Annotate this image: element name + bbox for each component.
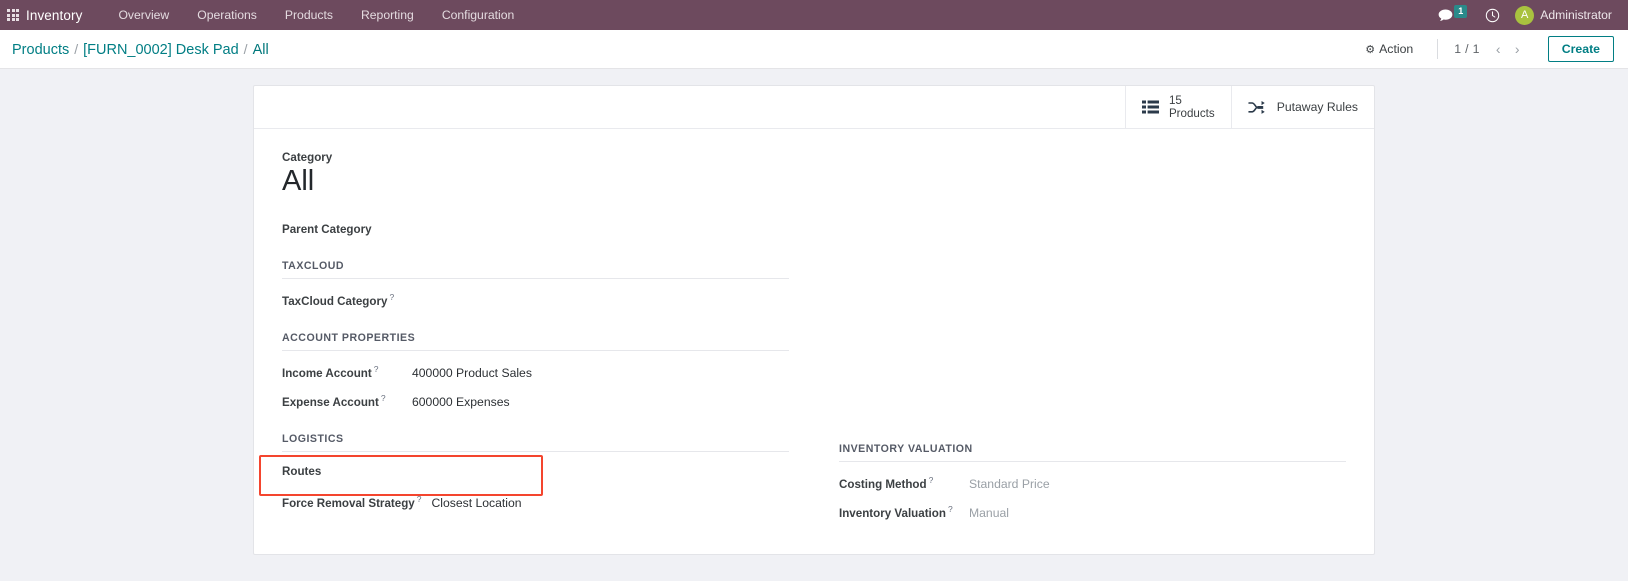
expense-account-value[interactable]: 600000 Expenses xyxy=(412,395,510,409)
group-title-taxcloud: TaxCloud xyxy=(282,260,789,280)
apps-grid-icon[interactable] xyxy=(0,0,26,30)
messages-count-badge: 1 xyxy=(1454,5,1468,18)
force-removal-strategy-row: Force Removal Strategy? Closest Location xyxy=(282,494,789,510)
breadcrumb-item-products[interactable]: Products xyxy=(12,42,69,58)
record-title-block: Category All xyxy=(282,151,1346,198)
list-view-icon xyxy=(1141,100,1159,114)
breadcrumb: Products / [FURN_0002] Desk Pad / All xyxy=(12,41,269,58)
help-icon[interactable]: ? xyxy=(389,292,394,302)
navbar-systray: 1 A Administrator xyxy=(1429,0,1618,30)
help-icon[interactable]: ? xyxy=(417,494,422,504)
sheet-container: 15 Products Putaway Rules Category All P… xyxy=(0,69,1628,556)
stat-button-products-text: 15 Products xyxy=(1169,94,1215,120)
group-title-account-properties: Account Properties xyxy=(282,332,789,352)
inventory-valuation-value: Manual xyxy=(969,506,1009,521)
record-form-sheet: 15 Products Putaway Rules Category All P… xyxy=(253,85,1375,556)
field-row-taxcloud-category: TaxCloud Category? xyxy=(282,292,789,308)
control-panel-actions: ⚙ Action 1 / 1 ‹ › Create xyxy=(1357,36,1614,62)
help-icon[interactable]: ? xyxy=(929,475,934,485)
costing-method-value: Standard Price xyxy=(969,477,1050,492)
user-name-label: Administrator xyxy=(1540,8,1612,22)
group-logistics: Logistics Routes Force Removal Strategy?… xyxy=(282,433,789,510)
breadcrumb-item-desk-pad[interactable]: [FURN_0002] Desk Pad xyxy=(83,42,239,58)
force-removal-strategy-value[interactable]: Closest Location xyxy=(431,496,521,510)
group-account-properties: Account Properties Income Account? 40000… xyxy=(282,332,789,409)
form-body: Category All Parent Category TaxCloud Ta… xyxy=(254,129,1374,554)
menu-item-configuration[interactable]: Configuration xyxy=(428,0,529,30)
breadcrumb-separator: / xyxy=(74,40,79,57)
help-icon[interactable]: ? xyxy=(381,393,386,403)
group-title-logistics: Logistics xyxy=(282,433,789,453)
user-menu[interactable]: A Administrator xyxy=(1509,0,1618,30)
menu-item-overview[interactable]: Overview xyxy=(104,0,183,30)
stat-products-label: Products xyxy=(1168,107,1215,120)
action-button[interactable]: ⚙ Action xyxy=(1357,39,1421,59)
expense-account-label: Expense Account? xyxy=(282,393,386,410)
gear-icon: ⚙ xyxy=(1365,43,1376,56)
left-column: TaxCloud TaxCloud Category? Account Prop… xyxy=(282,260,789,520)
top-navbar: Inventory Overview Operations Products R… xyxy=(0,0,1628,30)
routes-label: Routes xyxy=(282,465,322,479)
help-icon[interactable]: ? xyxy=(374,364,379,374)
inventory-valuation-label: Inventory Valuation? xyxy=(839,504,953,521)
create-button[interactable]: Create xyxy=(1547,36,1614,62)
shuffle-icon xyxy=(1247,100,1267,115)
group-taxcloud: TaxCloud TaxCloud Category? xyxy=(282,260,789,308)
activities-button[interactable] xyxy=(1476,0,1509,30)
help-icon[interactable]: ? xyxy=(948,504,953,514)
pager-counter: 1 / 1 xyxy=(1454,42,1480,56)
parent-category-row: Parent Category xyxy=(282,220,1346,238)
form-columns: TaxCloud TaxCloud Category? Account Prop… xyxy=(282,260,1346,520)
stat-button-products[interactable]: 15 Products xyxy=(1124,86,1231,128)
page-title[interactable]: All xyxy=(282,165,1346,198)
divider xyxy=(1437,39,1439,59)
field-row-expense-account: Expense Account? 600000 Expenses xyxy=(282,393,789,409)
main-menu: Overview Operations Products Reporting C… xyxy=(104,0,528,30)
taxcloud-category-label: TaxCloud Category? xyxy=(282,292,395,309)
field-row-routes: Routes xyxy=(282,465,789,481)
force-removal-strategy-label: Force Removal Strategy? xyxy=(282,494,422,511)
stat-products-value: 15 xyxy=(1168,94,1182,108)
stat-button-putaway-rules[interactable]: Putaway Rules xyxy=(1230,86,1374,128)
app-brand-inventory[interactable]: Inventory xyxy=(26,8,82,23)
pager-previous-icon[interactable]: ‹ xyxy=(1490,42,1507,56)
menu-item-products[interactable]: Products xyxy=(271,0,347,30)
income-account-value[interactable]: 400000 Product Sales xyxy=(412,366,532,380)
income-account-label: Income Account? xyxy=(282,364,379,381)
group-inventory-valuation: Inventory Valuation Costing Method? Stan… xyxy=(839,443,1346,520)
action-button-label: Action xyxy=(1379,42,1414,56)
record-pager: 1 / 1 ‹ › xyxy=(1454,42,1525,56)
parent-category-label: Parent Category xyxy=(282,223,372,237)
group-title-inventory-valuation: Inventory Valuation xyxy=(839,443,1346,463)
clock-icon xyxy=(1486,8,1500,22)
control-panel: Products / [FURN_0002] Desk Pad / All ⚙ … xyxy=(0,30,1628,69)
stat-button-box: 15 Products Putaway Rules xyxy=(254,86,1374,129)
chat-bubble-icon xyxy=(1438,9,1453,21)
pager-next-icon[interactable]: › xyxy=(1509,42,1526,56)
costing-method-label: Costing Method? xyxy=(839,475,934,492)
field-row-inventory-valuation: Inventory Valuation? Manual xyxy=(839,504,1346,520)
right-column: Inventory Valuation Costing Method? Stan… xyxy=(839,260,1346,520)
messages-button[interactable]: 1 xyxy=(1429,0,1476,30)
breadcrumb-separator: / xyxy=(243,40,248,57)
menu-item-operations[interactable]: Operations xyxy=(183,0,271,30)
menu-item-reporting[interactable]: Reporting xyxy=(347,0,428,30)
avatar: A xyxy=(1515,5,1535,25)
field-row-income-account: Income Account? 400000 Product Sales xyxy=(282,364,789,380)
stat-putaway-rules-label: Putaway Rules xyxy=(1276,100,1358,114)
category-field-label: Category xyxy=(282,151,333,164)
breadcrumb-item-all: All xyxy=(252,41,269,58)
field-row-costing-method: Costing Method? Standard Price xyxy=(839,475,1346,491)
